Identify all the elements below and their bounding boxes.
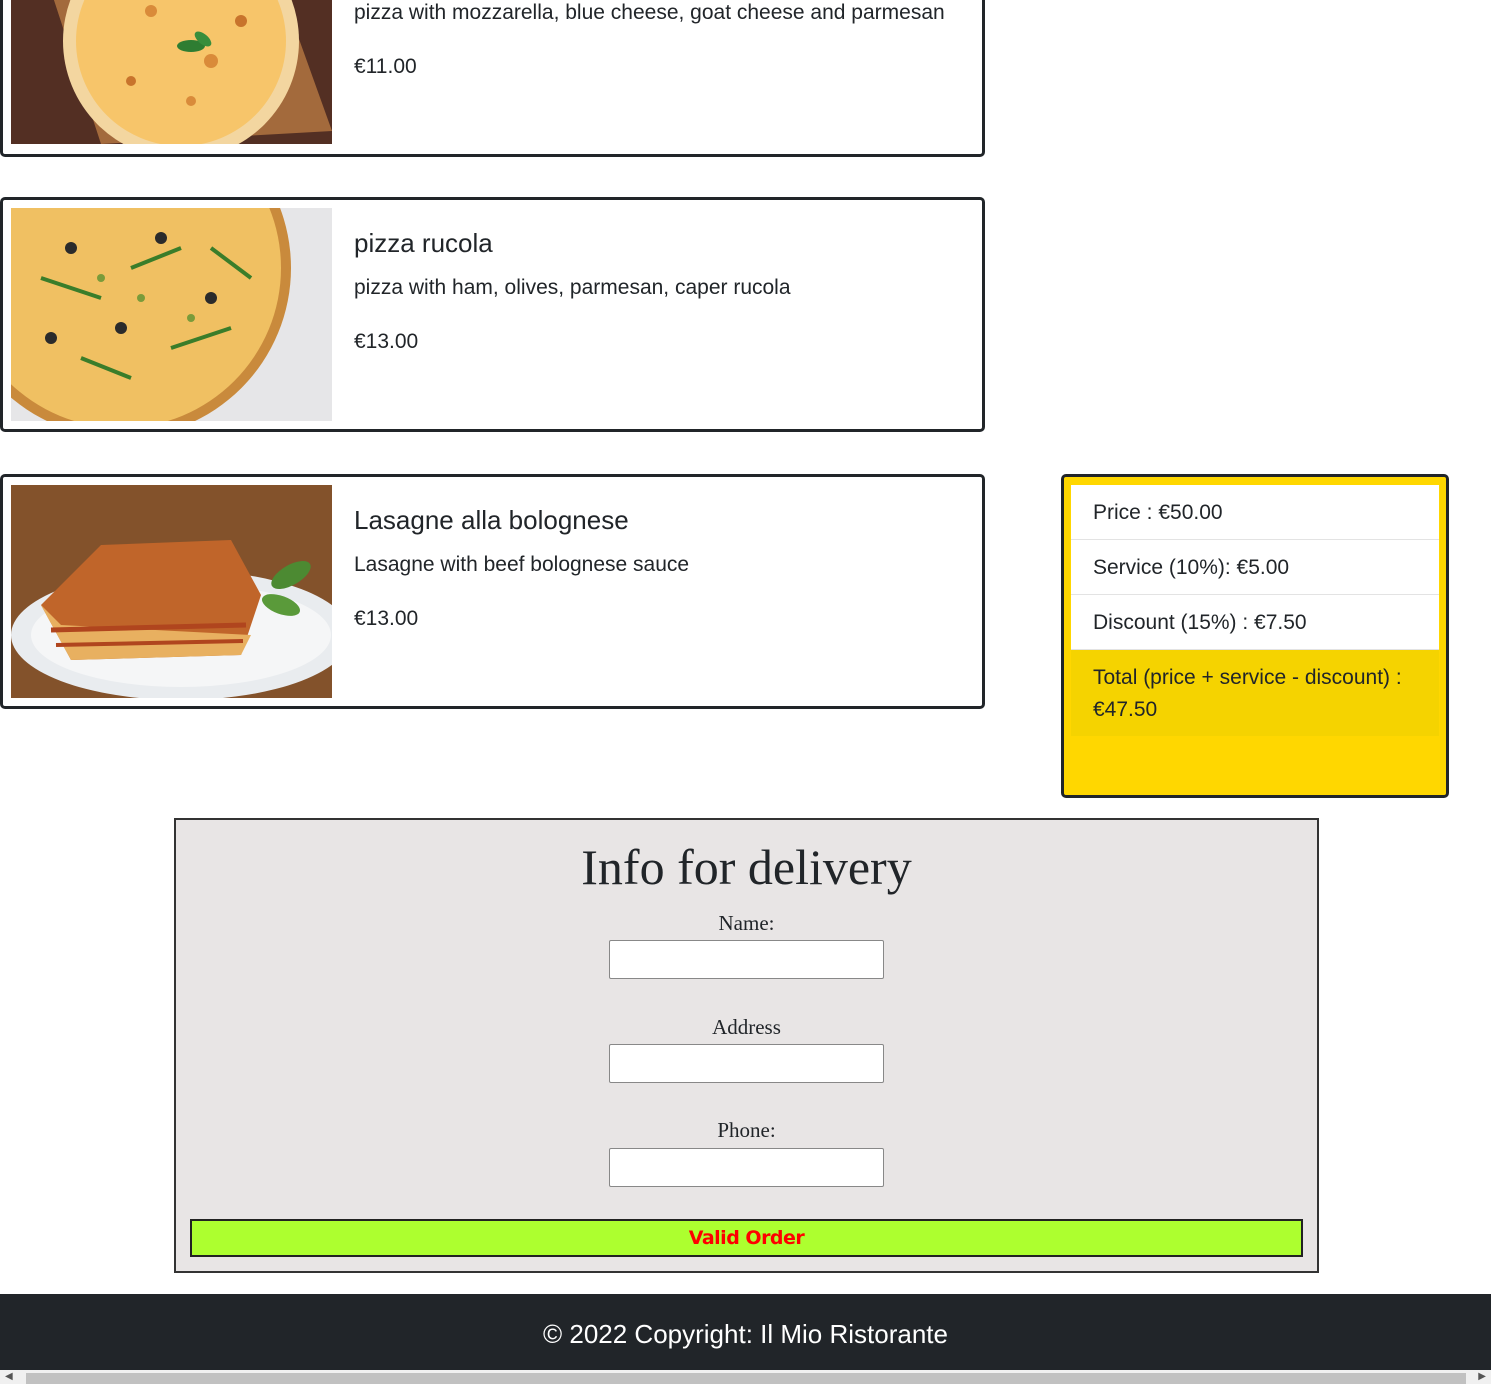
scroll-right-arrow-icon[interactable]: ▶	[1478, 1371, 1486, 1383]
phone-input[interactable]	[609, 1148, 884, 1187]
scrollbar-thumb[interactable]	[26, 1373, 1466, 1384]
page: pizza with mozzarella, blue cheese, goat…	[0, 0, 1491, 1384]
phone-label: Phone:	[717, 1118, 776, 1142]
scroll-left-arrow-icon[interactable]: ◀	[5, 1371, 13, 1383]
address-input[interactable]	[609, 1044, 884, 1083]
menu-item-card: pizza rucola pizza with ham, olives, par…	[0, 197, 985, 432]
menu-item-price: €13.00	[354, 607, 419, 630]
pizza-cheese-image	[11, 0, 332, 144]
footer: © 2022 Copyright: Il Mio Ristorante	[0, 1294, 1491, 1370]
menu-item-description: Lasagne with beef bolognese sauce	[354, 553, 690, 576]
lasagne-image	[11, 485, 332, 698]
delivery-title: Info for delivery	[581, 839, 912, 895]
valid-order-button[interactable]: Valid Order	[190, 1219, 1303, 1257]
menu-item-title: Lasagne alla bolognese	[354, 505, 629, 535]
summary-total: Total (price + service - discount) : €47…	[1071, 650, 1439, 736]
menu-item-description: pizza with mozzarella, blue cheese, goat…	[354, 1, 945, 24]
summary-discount: Discount (15%) : €7.50	[1071, 595, 1439, 650]
footer-copyright: © 2022 Copyright: Il Mio Ristorante	[542, 1319, 948, 1349]
summary-service: Service (10%): €5.00	[1071, 540, 1439, 595]
menu-item-description: pizza with ham, olives, parmesan, caper …	[354, 276, 791, 299]
menu-item-card: pizza with mozzarella, blue cheese, goat…	[0, 0, 985, 157]
menu-item-card: Lasagne alla bolognese Lasagne with beef…	[0, 474, 985, 709]
menu-item-title: pizza rucola	[354, 228, 493, 258]
summary-list: Price : €50.00 Service (10%): €5.00 Disc…	[1071, 485, 1439, 736]
pizza-rucola-image	[11, 208, 332, 421]
address-label: Address	[712, 1015, 781, 1039]
menu-item-price: €11.00	[354, 55, 417, 78]
menu-item-price: €13.00	[354, 330, 419, 353]
name-input[interactable]	[609, 940, 884, 979]
delivery-form: Info for delivery Name: Address Phone: V…	[174, 818, 1319, 1273]
horizontal-scrollbar[interactable]: ◀ ▶	[0, 1370, 1491, 1384]
name-label: Name:	[718, 911, 775, 935]
summary-price: Price : €50.00	[1071, 485, 1439, 540]
order-summary: Price : €50.00 Service (10%): €5.00 Disc…	[1061, 474, 1449, 798]
